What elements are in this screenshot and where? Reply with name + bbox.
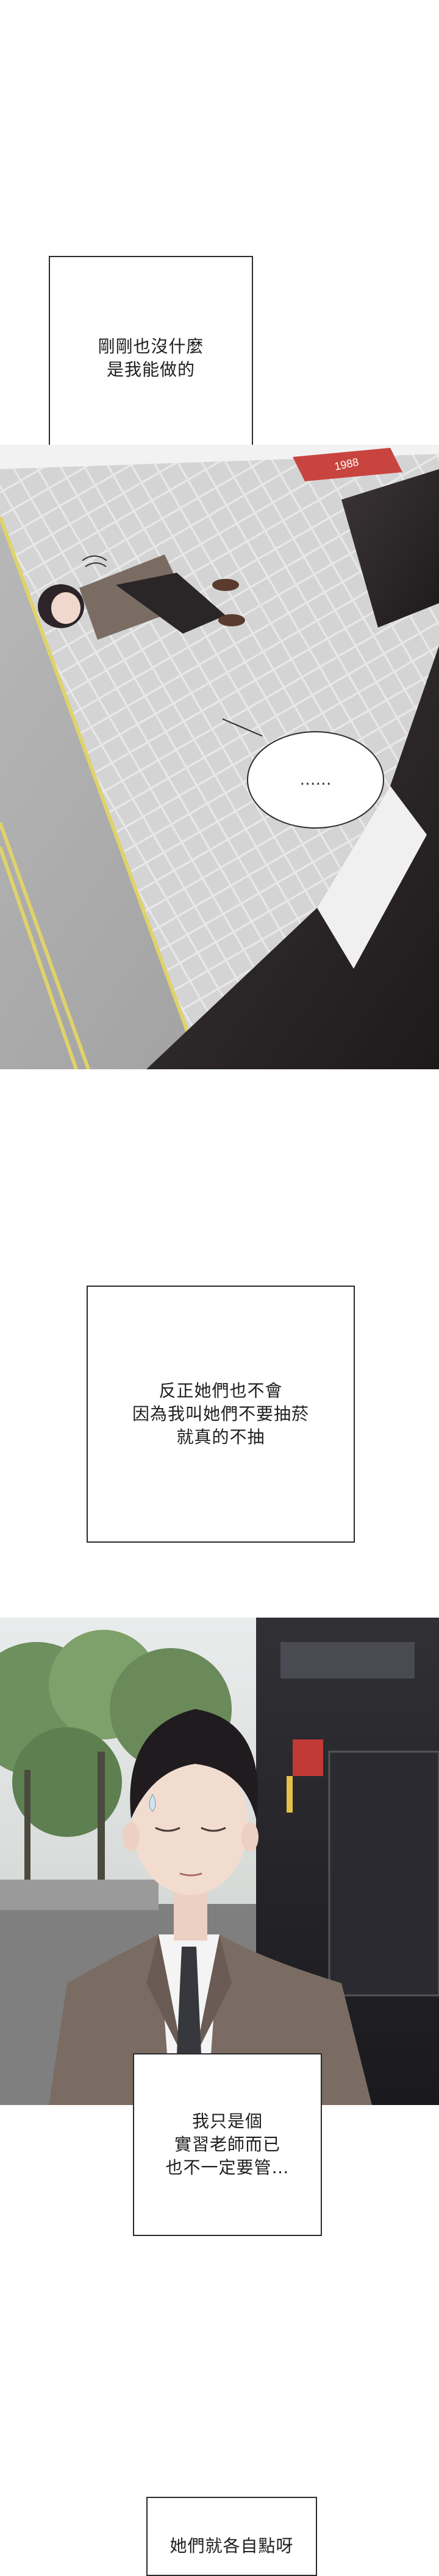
speech-bubble: …… bbox=[247, 731, 384, 829]
closeup-illustration bbox=[0, 1618, 439, 2105]
speech-text: …… bbox=[299, 771, 332, 789]
narration-line: 就真的不抽 bbox=[176, 1427, 265, 1447]
narration-line: 她們就各自點呀 bbox=[170, 2536, 294, 2556]
narration-line: 我只是個 bbox=[191, 2111, 263, 2131]
narration-box-2: 反正她們也不會 因為我叫她們不要抽菸 就真的不抽 bbox=[87, 1286, 355, 1543]
narration-line: 因為我叫她們不要抽菸 bbox=[132, 1404, 309, 1424]
narration-line: 實習老師而已 bbox=[174, 2134, 280, 2154]
narration-box-1: 剛剛也沒什麼 是我能做的 bbox=[49, 256, 253, 460]
narration-box-3: 我只是個 實習老師而已 也不一定要管… bbox=[133, 2053, 322, 2236]
narration-box-4: 她們就各自點呀 bbox=[146, 2497, 317, 2576]
narration-line: 也不一定要管… bbox=[165, 2157, 290, 2178]
narration-line: 反正她們也不會 bbox=[159, 1381, 283, 1401]
webtoon-page: 剛剛也沒什麼 是我能做的 1988 …… 反正她們也不會 因為我叫她們不要抽菸 … bbox=[0, 0, 439, 2576]
narration-line: 是我能做的 bbox=[106, 359, 195, 380]
narration-line: 剛剛也沒什麼 bbox=[98, 336, 204, 356]
panel-character-closeup bbox=[0, 1618, 439, 2105]
